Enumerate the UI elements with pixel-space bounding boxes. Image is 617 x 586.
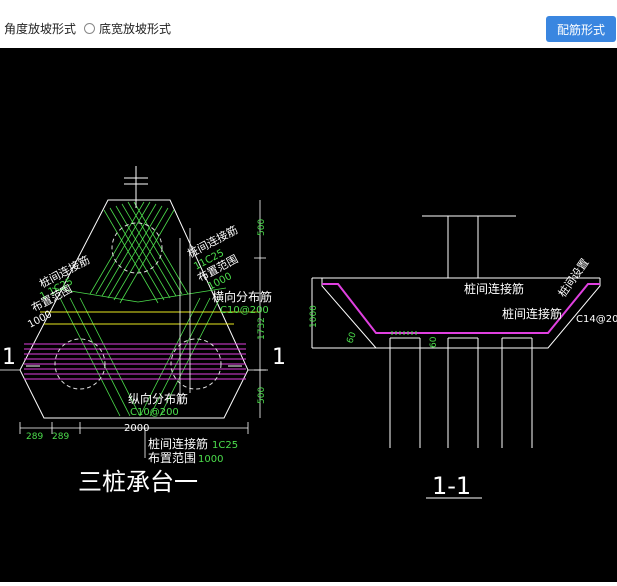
section-angle-left: 60 xyxy=(345,331,358,345)
radio-icon[interactable] xyxy=(84,23,95,34)
toolbar: 角度放坡形式 底宽放坡形式 配筋形式 xyxy=(0,0,617,48)
rebar-hatch-green xyxy=(51,201,227,417)
dim-mid: 1732 xyxy=(257,317,267,340)
dim-289a: 289 xyxy=(26,432,43,442)
transverse-spec: C10@200 xyxy=(220,305,269,316)
section-rebar-ticks xyxy=(391,331,417,335)
plan-view: 桩间连接筋 1 1C25 布置范围 1000 桩间连接筋 11C25 布置范围 … xyxy=(0,166,286,496)
dim-2000: 2000 xyxy=(124,423,149,434)
bottom-range-value: 1000 xyxy=(198,454,223,465)
option-angle-slope[interactable]: 角度放坡形式 xyxy=(4,20,76,37)
section-pile-rebar-1: 桩间连接筋 xyxy=(464,281,524,296)
option-width-label: 底宽放坡形式 xyxy=(99,22,172,36)
section-title: 1-1 xyxy=(432,472,471,500)
rebar-form-button[interactable]: 配筋形式 xyxy=(546,16,616,42)
bottom-rebar-band xyxy=(24,343,246,380)
dim-top: 500 xyxy=(257,219,267,236)
section-dim-1000: 1000 xyxy=(309,305,319,328)
transverse-rebar-lines xyxy=(40,311,238,325)
cad-drawing-canvas: 桩间连接筋 1 1C25 布置范围 1000 桩间连接筋 11C25 布置范围 … xyxy=(0,48,617,582)
section-right-spec: C14@200 xyxy=(576,314,617,325)
option-width-slope[interactable]: 底宽放坡形式 xyxy=(84,20,171,37)
bottom-range-label: 布置范围 xyxy=(148,451,196,465)
bottom-rebar-label: 桩间连接筋 xyxy=(148,436,208,451)
section-mark-right: 1 xyxy=(272,345,286,370)
dim-bottom: 500 xyxy=(257,387,267,404)
section-angle-right: 60 xyxy=(429,336,439,348)
cap-outline xyxy=(19,199,249,419)
dim-289b: 289 xyxy=(52,432,69,442)
longitudinal-spec: C10@200 xyxy=(130,407,179,418)
option-angle-label: 角度放坡形式 xyxy=(4,22,77,36)
bottom-rebar-spec: 1C25 xyxy=(212,440,238,451)
cad-drawing: 桩间连接筋 1 1C25 布置范围 1000 桩间连接筋 11C25 布置范围 … xyxy=(0,166,617,500)
section-pile-rebar-2: 桩间连接筋 xyxy=(502,306,562,321)
longitudinal-label: 纵向分布筋 xyxy=(128,391,188,406)
plan-title: 三桩承台一 xyxy=(78,468,198,496)
transverse-label: 横向分布筋 xyxy=(212,289,272,304)
section-mark-left: 1 xyxy=(2,345,16,370)
section-view: 桩间连接筋 桩间连接筋 桩间设置 C14@200 1000 60 60 1-1 xyxy=(309,215,617,500)
